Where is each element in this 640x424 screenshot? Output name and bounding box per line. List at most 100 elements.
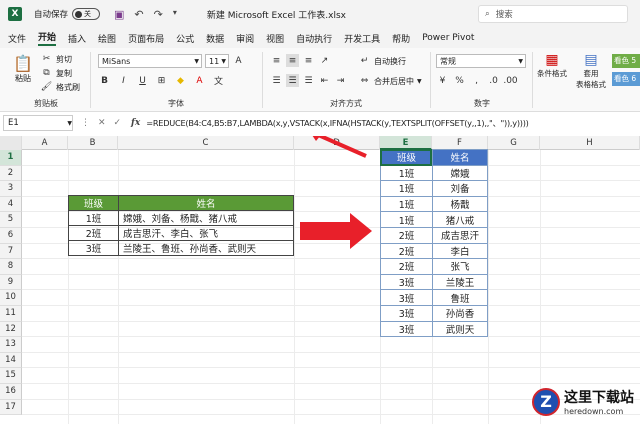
watermark-logo: Z <box>532 387 560 416</box>
painter-label: 格式刷 <box>56 82 80 92</box>
chevron-down-icon: ▼ <box>518 57 523 65</box>
formula-input[interactable]: =REDUCE(B4:C4,B5:B7,LAMBDA(x,y,VSTACK(x,… <box>146 117 529 129</box>
document-title: 新建 Microsoft Excel 工作表.xlsx <box>206 10 346 21</box>
phonetic-icon[interactable]: 文 <box>212 74 225 87</box>
fill-color-icon[interactable]: ◆ <box>174 74 187 87</box>
percent-icon[interactable]: % <box>453 74 466 87</box>
save-icon[interactable]: ▣ <box>114 8 124 21</box>
cell-style-accent6[interactable]: 看色 6 <box>612 72 640 86</box>
tab-review[interactable]: 审阅 <box>236 32 254 45</box>
clipboard-group-label: 剪贴板 <box>34 99 58 108</box>
search-placeholder: 搜索 <box>495 10 513 20</box>
worksheet-grid[interactable]: A B C D E F G H 123456789101112131415161… <box>0 136 640 424</box>
tab-developer[interactable]: 开发工具 <box>344 32 380 45</box>
formula-bar: E1 ▼ ⋮ ✕ ✓ fx =REDUCE(B4:C4,B5:B7,LAMBDA(… <box>0 114 640 132</box>
paste-icon: 📋 <box>13 54 33 73</box>
tab-power-pivot[interactable]: Power Pivot <box>422 33 474 43</box>
tab-draw[interactable]: 绘图 <box>98 32 116 45</box>
copy-icon: ⧉ <box>43 68 50 78</box>
font-group-label: 字体 <box>168 99 184 108</box>
brush-icon: 🖌 <box>40 82 53 92</box>
decrease-decimal-icon[interactable]: .00 <box>503 74 517 87</box>
number-group-label: 数字 <box>474 99 490 108</box>
format-painter-button[interactable]: 🖌 格式刷 <box>40 80 80 94</box>
conditional-format-button[interactable]: ▦ 条件格式 <box>536 52 568 79</box>
merge-center-button[interactable]: ⇔ 合并后居中 ▼ <box>358 74 422 88</box>
insert-function-icon[interactable]: fx <box>131 118 140 128</box>
comma-icon[interactable]: , <box>470 74 483 87</box>
tab-file[interactable]: 文件 <box>8 32 26 45</box>
cut-button[interactable]: ✂ 剪切 <box>40 52 80 66</box>
font-group: MiSans ▼ 11 ▼ A B I U ⊞ ◆ A 文 字体 <box>96 48 256 112</box>
search-box[interactable]: ⌕ 搜索 <box>478 5 628 23</box>
copy-label: 复制 <box>56 68 72 78</box>
tab-formulas[interactable]: 公式 <box>176 32 194 45</box>
currency-icon[interactable]: ¥ <box>436 74 449 87</box>
format-table-label-2: 表格格式 <box>576 80 606 89</box>
formula-bar-icons: ⋮ ✕ ✓ <box>81 118 131 128</box>
align-left-icon[interactable]: ☰ <box>270 74 283 87</box>
watermark-url: heredown.com <box>564 407 624 416</box>
align-center-icon[interactable]: ☰ <box>286 74 299 87</box>
search-icon: ⌕ <box>485 9 490 19</box>
font-name-value: MiSans <box>102 56 131 66</box>
autosave-state: 关 <box>84 10 92 18</box>
format-as-table-button[interactable]: ▤ 套用 表格格式 <box>574 52 608 90</box>
italic-icon[interactable]: I <box>117 74 130 87</box>
tab-automate[interactable]: 自动执行 <box>296 32 332 45</box>
undo-icon[interactable]: ↶ <box>134 8 143 21</box>
autosave-toggle[interactable]: 关 <box>72 8 101 20</box>
cell-style-accent5[interactable]: 看色 5 <box>612 54 640 68</box>
excel-logo-icon: X <box>8 7 22 21</box>
number-format-select[interactable]: 常规 ▼ <box>436 54 526 68</box>
font-color-icon[interactable]: A <box>193 74 206 87</box>
wrap-text-icon: ↵ <box>360 56 369 66</box>
align-top-icon[interactable]: ≡ <box>270 54 283 67</box>
tab-home[interactable]: 开始 <box>38 30 57 46</box>
align-right-icon[interactable]: ☰ <box>302 74 315 87</box>
copy-button[interactable]: ⧉ 复制 <box>40 66 80 80</box>
tab-insert[interactable]: 插入 <box>68 32 86 45</box>
chevron-down-icon: ▼ <box>194 57 199 65</box>
increase-decimal-icon[interactable]: .0 <box>487 74 500 87</box>
clipboard-group: 📋 粘贴 ✂ 剪切 ⧉ 复制 🖌 格式刷 剪贴板 <box>6 48 86 112</box>
enter-icon[interactable]: ✓ <box>114 118 122 128</box>
orientation-icon[interactable]: ↗ <box>318 54 331 67</box>
border-icon[interactable]: ⊞ <box>155 74 168 87</box>
bold-icon[interactable]: B <box>98 74 111 87</box>
customize-qat-icon[interactable]: ▾ <box>173 8 177 21</box>
chevron-down-icon: ▼ <box>67 119 72 127</box>
wrap-text-label: 自动换行 <box>374 56 406 66</box>
ribbon-tabs: 文件 开始 插入 绘图 页面布局 公式 数据 审阅 视图 自动执行 开发工具 帮… <box>0 28 640 48</box>
underline-icon[interactable]: U <box>136 74 149 87</box>
tab-view[interactable]: 视图 <box>266 32 284 45</box>
font-name-select[interactable]: MiSans ▼ <box>98 54 202 68</box>
name-box[interactable]: E1 ▼ <box>3 115 73 131</box>
ribbon-separator <box>90 52 91 108</box>
redo-icon[interactable]: ↷ <box>154 8 163 21</box>
wrap-text-button[interactable]: ↵ 自动换行 <box>358 54 422 68</box>
tab-data[interactable]: 数据 <box>206 32 224 45</box>
ribbon-separator <box>430 52 431 108</box>
toggle-knob-icon <box>75 10 83 18</box>
font-size-select[interactable]: 11 ▼ <box>205 54 229 68</box>
tab-help[interactable]: 帮助 <box>392 32 410 45</box>
annotation-arrows <box>300 136 372 249</box>
grow-font-icon[interactable]: A <box>232 54 245 67</box>
align-middle-icon[interactable]: ≡ <box>286 54 299 67</box>
ribbon: 📋 粘贴 ✂ 剪切 ⧉ 复制 🖌 格式刷 剪贴板 MiSans ▼ 11 ▼ A B I … <box>0 48 640 112</box>
alignment-group: ≡ ≡ ≡ ↗ ☰ ☰ ☰ ⇤ ⇥ ↵ 自动换行 ⇔ 合并后居中 ▼ 对齐方式 <box>266 48 426 112</box>
tab-page-layout[interactable]: 页面布局 <box>128 32 164 45</box>
paste-button[interactable]: 📋 粘贴 <box>12 54 34 84</box>
paste-label: 粘贴 <box>15 74 31 83</box>
align-bottom-icon[interactable]: ≡ <box>302 54 315 67</box>
indent-increase-icon[interactable]: ⇥ <box>334 74 347 87</box>
conditional-format-icon: ▦ <box>545 52 559 68</box>
more-icon: ⋮ <box>81 118 90 128</box>
quick-access-toolbar: ▣ ↶ ↷ ▾ <box>114 8 177 21</box>
cancel-icon[interactable]: ✕ <box>98 118 106 128</box>
styles-group: ▦ 条件格式 ▤ 套用 表格格式 看色 5 看色 6 <box>534 48 640 112</box>
ribbon-separator <box>532 52 533 108</box>
number-format-value: 常规 <box>440 56 456 66</box>
indent-decrease-icon[interactable]: ⇤ <box>318 74 331 87</box>
